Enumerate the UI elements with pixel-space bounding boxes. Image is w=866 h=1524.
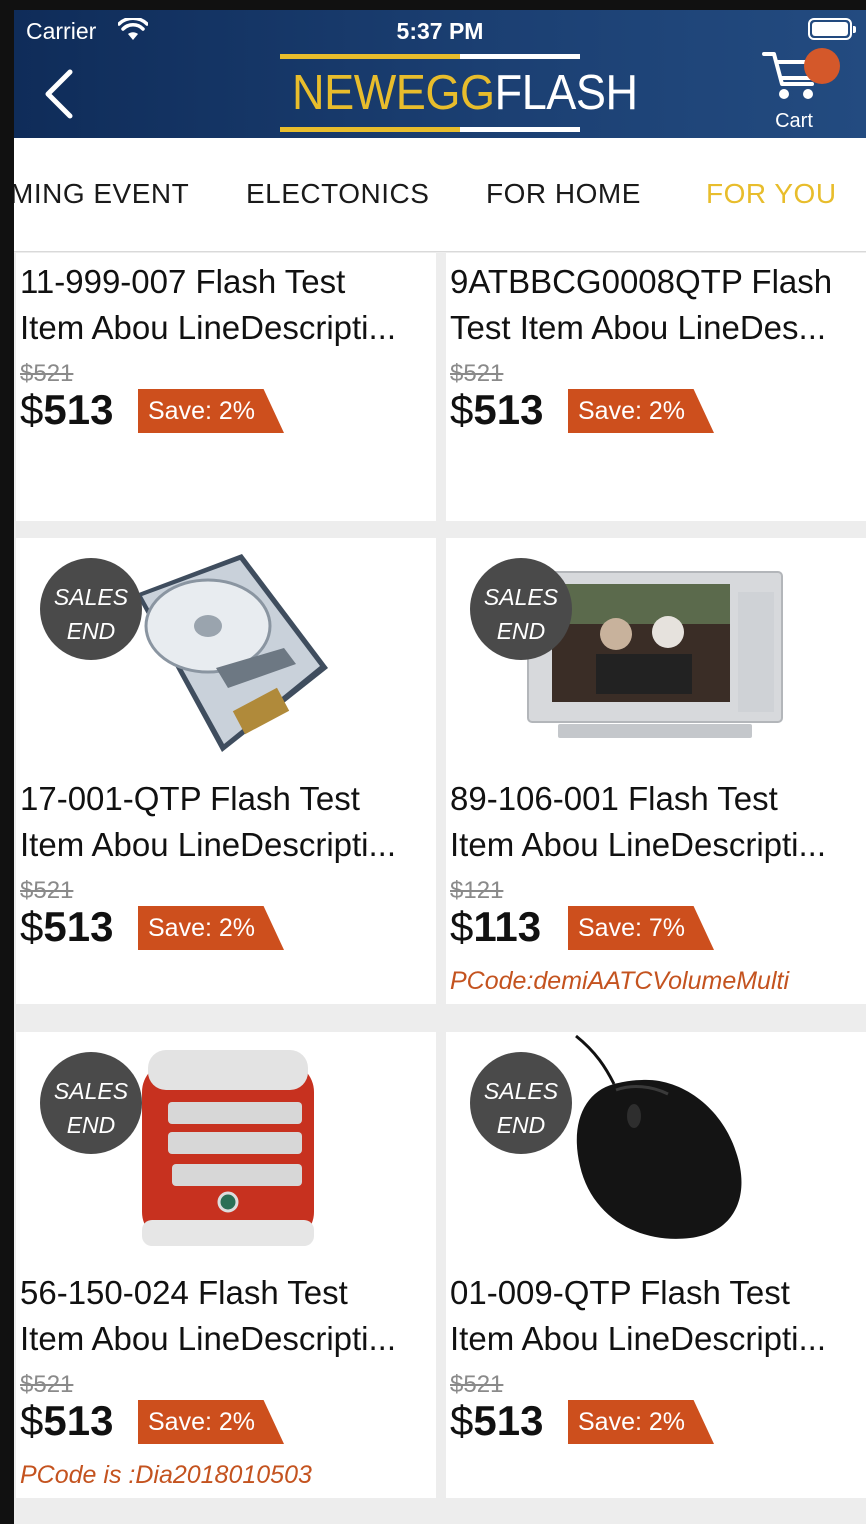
sales-end-badge: SALES END bbox=[470, 558, 572, 660]
product-title: 11-999-007 Flash Test Item Abou LineDesc… bbox=[20, 259, 434, 351]
promo-code: PCode is :Dia2018010503 bbox=[20, 1461, 312, 1489]
promo-code: PCode:demiAATCVolumeMulti bbox=[450, 967, 790, 995]
cart-label: Cart bbox=[775, 110, 813, 132]
logo-bar-top bbox=[280, 54, 580, 59]
tab-for-you[interactable]: FOR YOU bbox=[706, 178, 837, 210]
save-tag: Save: 2% bbox=[568, 389, 714, 433]
product-title: 9ATBBCG0008QTP Flash Test Item Abou Line… bbox=[450, 259, 864, 351]
badge-line1: SALES bbox=[483, 584, 559, 610]
sales-end-badge: SALES END bbox=[40, 1052, 142, 1154]
save-tag: Save: 2% bbox=[138, 389, 284, 433]
logo-bar-bottom bbox=[280, 127, 580, 132]
currency-symbol: $ bbox=[450, 1397, 474, 1444]
cart-count-badge bbox=[804, 48, 840, 84]
product-title-line1: 11-999-007 Flash Test bbox=[20, 263, 346, 300]
product-title-line2: Test Item Abou LineDes... bbox=[450, 309, 827, 346]
badge-line2: END bbox=[66, 618, 116, 644]
product-card[interactable]: 11-999-007 Flash Test Item Abou LineDesc… bbox=[16, 253, 436, 521]
price-value: 513 bbox=[43, 386, 114, 433]
product-card[interactable]: SALES END 01-009-QTP Flash Test Item Abou… bbox=[446, 1032, 866, 1498]
save-tag: Save: 7% bbox=[568, 906, 714, 950]
tab-electronics[interactable]: ELECTONICS bbox=[246, 178, 429, 210]
original-price: $521 bbox=[20, 1371, 74, 1398]
currency-symbol: $ bbox=[450, 903, 474, 950]
badge-line1: SALES bbox=[53, 584, 129, 610]
product-title-line2: Item Abou LineDescripti... bbox=[450, 826, 827, 863]
save-tag: Save: 2% bbox=[568, 1400, 714, 1444]
product-title: 17-001-QTP Flash Test Item Abou LineDesc… bbox=[20, 776, 434, 868]
back-button[interactable] bbox=[40, 66, 80, 122]
product-title-line1: 17-001-QTP Flash Test bbox=[20, 780, 360, 817]
product-title-line2: Item Abou LineDescripti... bbox=[20, 309, 397, 346]
product-card[interactable]: SALES END 56-150-024 Flash Test Item Abou… bbox=[16, 1032, 436, 1498]
sale-price: $513 bbox=[20, 903, 113, 951]
sales-end-badge: SALES END bbox=[40, 558, 142, 660]
product-title-line1: 89-106-001 Flash Test bbox=[450, 780, 778, 817]
product-card[interactable]: SALES END 89-106-001 Flash Test Item Abou… bbox=[446, 538, 866, 1004]
clock: 5:37 PM bbox=[396, 18, 484, 44]
battery-icon bbox=[808, 18, 856, 40]
original-price: $521 bbox=[20, 360, 74, 387]
category-tabs: MING EVENT ELECTONICS FOR HOME FOR YOU bbox=[14, 138, 866, 252]
product-title-line2: Item Abou LineDescripti... bbox=[20, 1320, 397, 1357]
currency-symbol: $ bbox=[20, 1397, 44, 1444]
product-grid: 11-999-007 Flash Test Item Abou LineDesc… bbox=[14, 253, 866, 1524]
product-title-line1: 9ATBBCG0008QTP Flash bbox=[450, 263, 833, 300]
badge-line1: SALES bbox=[53, 1078, 129, 1104]
badge-line2: END bbox=[496, 1112, 546, 1138]
sales-end-badge: SALES END bbox=[470, 1052, 572, 1154]
save-tag: Save: 2% bbox=[138, 1400, 284, 1444]
tab-for-home[interactable]: FOR HOME bbox=[486, 178, 641, 210]
product-title-line2: Item Abou LineDescripti... bbox=[450, 1320, 827, 1357]
logo-text-newegg: NEWEGG bbox=[292, 66, 495, 120]
logo-wordmark: NEWEGGFLASH bbox=[292, 62, 638, 124]
badge-line1: SALES bbox=[483, 1078, 559, 1104]
currency-symbol: $ bbox=[20, 386, 44, 433]
price-value: 513 bbox=[473, 386, 544, 433]
original-price: $521 bbox=[20, 877, 74, 904]
newegg-flash-logo: NEWEGGFLASH bbox=[280, 54, 638, 132]
sale-price: $513 bbox=[450, 1397, 543, 1445]
price-value: 513 bbox=[473, 1397, 544, 1444]
product-card[interactable]: SALES END 17-001-QTP Flash Test Item Abou… bbox=[16, 538, 436, 1004]
price-value: 513 bbox=[43, 1397, 114, 1444]
chevron-left-icon bbox=[45, 69, 73, 119]
product-title: 56-150-024 Flash Test Item Abou LineDesc… bbox=[20, 1270, 434, 1362]
tab-upcoming-event[interactable]: MING EVENT bbox=[14, 178, 189, 210]
price-value: 513 bbox=[43, 903, 114, 950]
currency-symbol: $ bbox=[450, 386, 474, 433]
product-title: 01-009-QTP Flash Test Item Abou LineDesc… bbox=[450, 1270, 864, 1362]
product-title-line1: 01-009-QTP Flash Test bbox=[450, 1274, 790, 1311]
cart-button[interactable]: Cart bbox=[756, 46, 846, 138]
sale-price: $113 bbox=[450, 903, 541, 951]
currency-symbol: $ bbox=[20, 903, 44, 950]
sale-price: $513 bbox=[450, 386, 543, 434]
save-tag: Save: 2% bbox=[138, 906, 284, 950]
product-title-line2: Item Abou LineDescripti... bbox=[20, 826, 397, 863]
original-price: $521 bbox=[450, 1371, 504, 1398]
app-screen: Carrier 5:37 PM NEWEGGFLASH Cart MING EV… bbox=[14, 10, 866, 1524]
original-price: $521 bbox=[450, 360, 504, 387]
product-title: 89-106-001 Flash Test Item Abou LineDesc… bbox=[450, 776, 864, 868]
logo-text-flash: FLASH bbox=[494, 66, 638, 120]
product-card[interactable]: 9ATBBCG0008QTP Flash Test Item Abou Line… bbox=[446, 253, 866, 521]
product-title-line1: 56-150-024 Flash Test bbox=[20, 1274, 348, 1311]
sale-price: $513 bbox=[20, 386, 113, 434]
sale-price: $513 bbox=[20, 1397, 113, 1445]
navigation-bar: Carrier 5:37 PM NEWEGGFLASH Cart bbox=[14, 10, 866, 138]
badge-line2: END bbox=[66, 1112, 116, 1138]
original-price: $121 bbox=[450, 877, 504, 904]
price-value: 113 bbox=[473, 903, 542, 950]
badge-line2: END bbox=[496, 618, 546, 644]
